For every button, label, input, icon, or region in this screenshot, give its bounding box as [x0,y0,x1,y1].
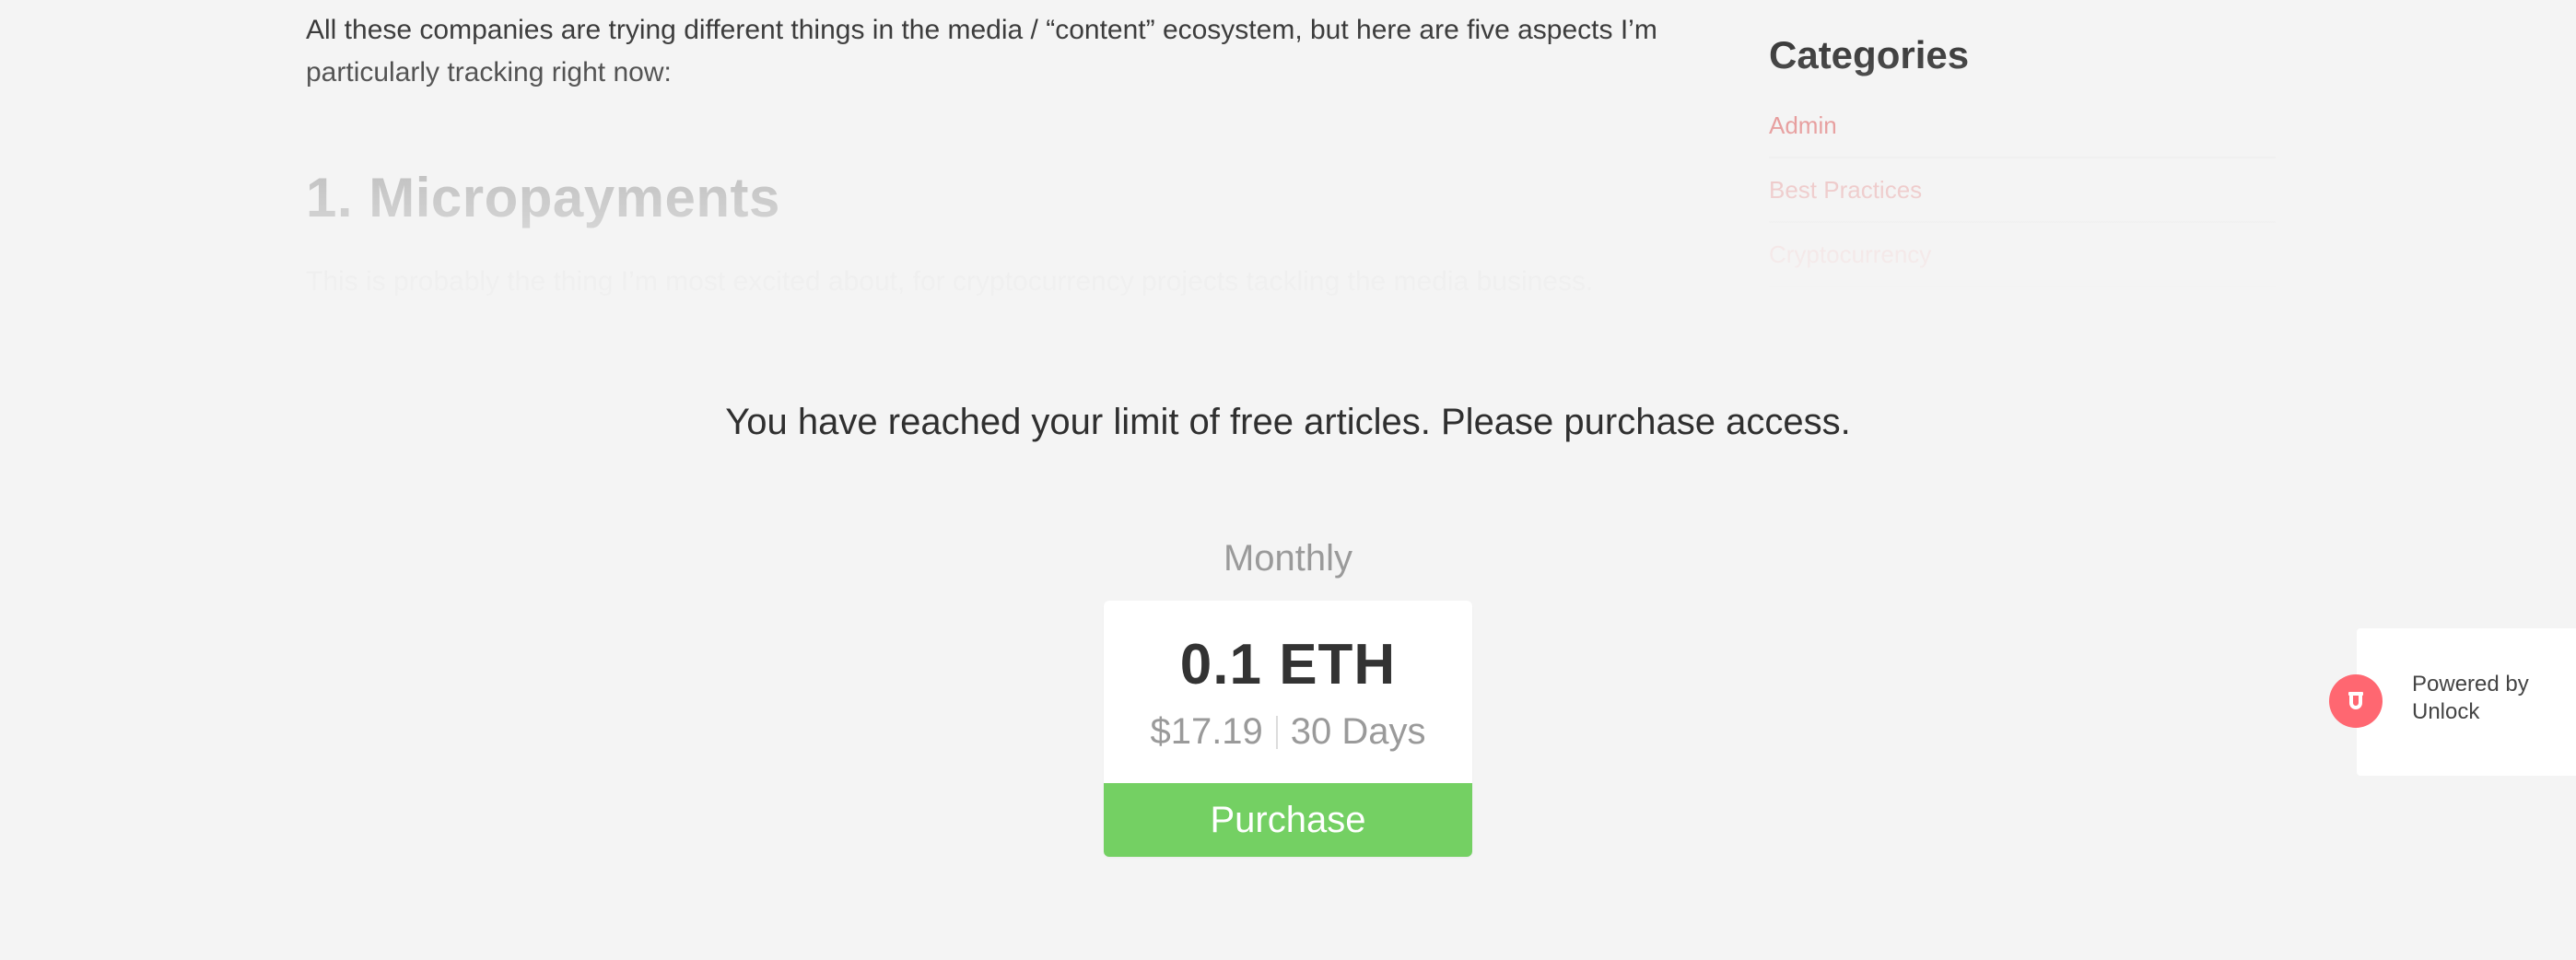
plan-meta: $17.19 30 Days [1104,711,1472,753]
unlock-logo-icon [2329,674,2383,728]
category-link-admin[interactable]: Admin [1769,111,1837,140]
plan-card[interactable]: 0.1 ETH $17.19 30 Days Purchase [1104,601,1472,857]
faded-text-line [306,310,1614,322]
article: All these companies are trying different… [306,0,1688,350]
unlock-brand-line: Unlock [2412,699,2480,724]
paywall-message: You have reached your limit of free arti… [725,402,1851,442]
sidebar: Categories Admin Best Practices Cryptocu… [1769,0,2276,350]
category-item: Best Practices [1769,158,2276,223]
plan-fiat-price: $17.19 [1150,711,1263,752]
purchase-button[interactable]: Purchase [1104,783,1472,857]
article-heading: 1. Micropayments [306,167,780,228]
category-link-best-practices[interactable]: Best Practices [1769,176,1922,205]
category-link-cryptocurrency[interactable]: Cryptocurrency [1769,240,1931,269]
plan-duration: 30 Days [1290,711,1426,752]
powered-by-line: Powered by [2412,672,2529,697]
page: All these companies are trying different… [0,0,2576,960]
plan-divider [1275,715,1278,749]
category-item [1769,287,2276,324]
powered-by-text: Powered by Unlock [2412,671,2529,726]
category-item: Cryptocurrency [1769,223,2276,287]
category-list: Admin Best Practices Cryptocurrency [1769,94,2276,324]
article-paragraph: This is probably the thing I’m most exci… [306,266,1594,297]
unlock-widget[interactable]: Powered by Unlock [2329,628,2576,776]
plan-label: Monthly [1223,538,1353,579]
plan-price: 0.1 ETH [1179,633,1397,697]
category-item: Admin [1769,94,2276,158]
sidebar-title: Categories [1769,33,1970,76]
article-intro: All these companies are trying different… [306,15,1657,88]
